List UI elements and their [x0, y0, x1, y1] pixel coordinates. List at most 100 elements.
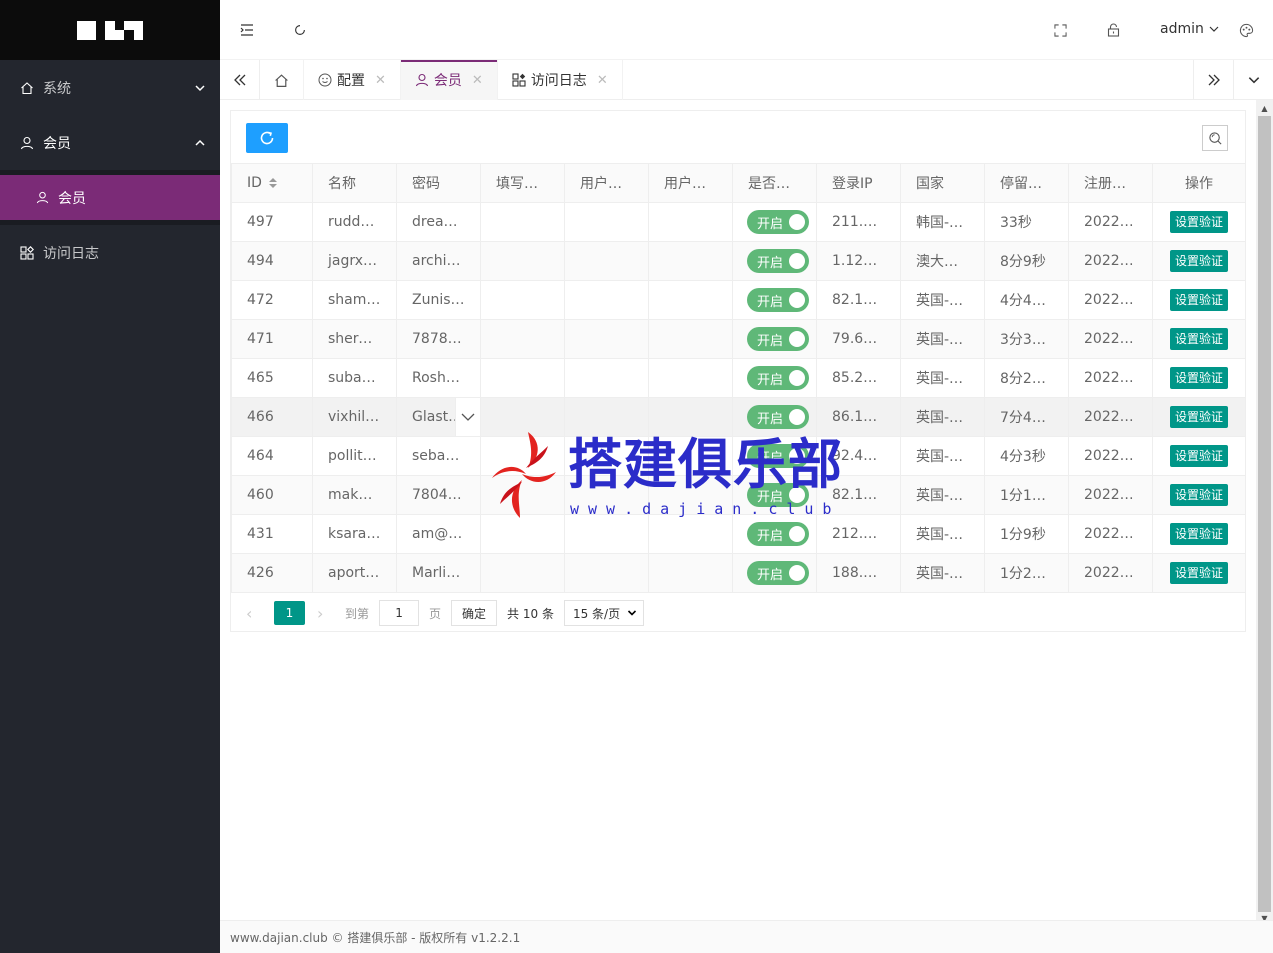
close-icon[interactable]: ✕	[597, 73, 608, 88]
cell-pwd: 7878…	[396, 319, 481, 359]
cell-stay: 1分18秒	[984, 475, 1069, 515]
table-row[interactable]: 466 vixhilt… Glast… 开启 86.15… 英国-… 7分45秒 2022-……	[231, 397, 1246, 437]
cell-country: 英国-…	[900, 514, 985, 554]
table-row[interactable]: 494 jagrx1… archie… 开启 1.129.… 澳大… 8分9秒 2022-… 设…	[231, 241, 1246, 281]
chevron-down-icon	[1248, 77, 1259, 84]
table-row[interactable]: 472 sham… Zunis… 开启 82.13… 英国-… 4分45秒 2022-… 设置验…	[231, 280, 1246, 320]
table-row[interactable]: 465 subar… Rosh… 开启 85.21… 英国-… 8分21秒 2022-… 设置验…	[231, 358, 1246, 398]
per-page-select[interactable]: 15 条/页	[563, 600, 644, 626]
cell-expand-button[interactable]	[455, 398, 480, 436]
page-scrollbar[interactable]: ▲ ▼	[1256, 100, 1273, 926]
column-header: 填写…	[480, 163, 565, 203]
enable-switch[interactable]: 开启	[747, 405, 809, 429]
sidebar-subitem-label: 会员	[58, 190, 86, 207]
sidebar-item-member[interactable]: 会员	[0, 115, 220, 170]
goto-page-input[interactable]: 1	[379, 600, 420, 626]
enable-switch[interactable]: 开启	[747, 444, 809, 468]
cell-name: subar…	[312, 358, 397, 398]
search-button[interactable]	[1202, 125, 1228, 151]
total-count: 共 10 条	[507, 606, 554, 621]
cell-country: 英国-…	[900, 397, 985, 437]
member-table-card: ID 名称 密码 填写… 用户… 用户… 是否… 登录IP 国家 停留… 注册……	[230, 110, 1246, 632]
refresh-icon[interactable]	[292, 22, 308, 38]
cell-empty	[480, 319, 565, 359]
current-page[interactable]: 1	[274, 601, 305, 625]
cell-country: 韩国-…	[900, 202, 985, 242]
column-header: 操作	[1152, 163, 1246, 203]
cell-empty	[648, 514, 733, 554]
scrollbar-thumb[interactable]	[1258, 116, 1271, 912]
next-page-icon[interactable]: ›	[317, 604, 333, 623]
enable-switch[interactable]: 开启	[747, 288, 809, 312]
sidebar-item-access-log[interactable]: 访问日志	[0, 225, 220, 280]
sidebar-subitem-member[interactable]: 会员	[0, 175, 220, 220]
set-verify-button[interactable]: 设置验证	[1169, 328, 1228, 350]
enable-switch[interactable]: 开启	[747, 210, 809, 234]
table-row[interactable]: 426 aport… Marlie… 开启 188.2… 英国-… 1分24秒 2022-… 设…	[231, 553, 1246, 593]
cell-empty	[564, 553, 649, 593]
cell-ip: 79.66.…	[816, 319, 901, 359]
scroll-up-icon[interactable]: ▲	[1256, 100, 1273, 116]
cell-empty	[564, 319, 649, 359]
cell-ip: 86.15…	[816, 397, 901, 437]
cell-action: 设置验证	[1152, 202, 1246, 242]
refresh-button[interactable]	[246, 123, 288, 153]
copyright-text: www.dajian.club © 搭建俱乐部 - 版权所有 v1.2.2.1	[230, 930, 521, 945]
cell-switch: 开启	[732, 514, 817, 554]
table-row[interactable]: 431 ksara… am@r… 开启 212.1… 英国-… 1分9秒 2022-… 设置验证	[231, 514, 1246, 554]
theme-palette-icon[interactable]	[1238, 22, 1254, 38]
cell-name: sham…	[312, 280, 397, 320]
switch-label: 开启	[757, 216, 784, 232]
enable-switch[interactable]: 开启	[747, 249, 809, 273]
table-row[interactable]: 471 shergi… 7878… 开启 79.66.… 英国-… 3分30秒 2022-… 设…	[231, 319, 1246, 359]
set-verify-button[interactable]: 设置验证	[1169, 211, 1228, 233]
logo[interactable]	[0, 0, 220, 60]
tabs-menu-button[interactable]	[1233, 60, 1273, 100]
set-verify-button[interactable]: 设置验证	[1169, 445, 1228, 467]
set-verify-button[interactable]: 设置验证	[1169, 367, 1228, 389]
table-row[interactable]: 464 pollitt… sebas… 开启 92.40.… 英国-… 4分3秒 2022-……	[231, 436, 1246, 476]
menu-fold-icon[interactable]	[239, 22, 255, 38]
chevron-down-icon	[195, 84, 205, 91]
prev-page-icon[interactable]: ‹	[246, 604, 262, 623]
cell-empty	[480, 241, 565, 281]
chevron-down-icon	[1209, 26, 1219, 32]
cell-stay: 4分3秒	[984, 436, 1069, 476]
sort-icon[interactable]	[268, 177, 278, 189]
switch-label: 开启	[757, 489, 784, 505]
set-verify-button[interactable]: 设置验证	[1169, 406, 1228, 428]
sidebar-item-system[interactable]: 系统	[0, 60, 220, 115]
cell-action: 设置验证	[1152, 475, 1246, 515]
enable-switch[interactable]: 开启	[747, 561, 809, 585]
sidebar-item-label: 访问日志	[43, 245, 99, 262]
set-verify-button[interactable]: 设置验证	[1169, 289, 1228, 311]
cell-pwd: am@r…	[396, 514, 481, 554]
tab-home[interactable]	[260, 60, 304, 100]
close-icon[interactable]: ✕	[472, 73, 483, 88]
cell-switch: 开启	[732, 241, 817, 281]
close-icon[interactable]: ✕	[375, 73, 386, 88]
set-verify-button[interactable]: 设置验证	[1169, 562, 1228, 584]
home-icon	[20, 81, 34, 95]
column-header-id[interactable]: ID	[231, 163, 313, 203]
enable-switch[interactable]: 开启	[747, 327, 809, 351]
enable-switch[interactable]: 开启	[747, 483, 809, 507]
lock-icon[interactable]	[1105, 22, 1121, 38]
cell-stay: 8分21秒	[984, 358, 1069, 398]
tab-config[interactable]: 配置 ✕	[304, 60, 401, 100]
table-row[interactable]: 460 makd… 78042… 开启 82.13… 英国-… 1分18秒 2022-… 设置验…	[231, 475, 1246, 515]
enable-switch[interactable]: 开启	[747, 522, 809, 546]
user-menu[interactable]: admin	[1160, 21, 1220, 37]
tab-access-log[interactable]: 访问日志 ✕	[498, 60, 623, 100]
set-verify-button[interactable]: 设置验证	[1169, 484, 1228, 506]
goto-confirm-button[interactable]: 确定	[451, 600, 498, 626]
set-verify-button[interactable]: 设置验证	[1169, 523, 1228, 545]
fullscreen-icon[interactable]	[1052, 22, 1068, 38]
tabs-scroll-right-button[interactable]	[1193, 60, 1233, 100]
column-header: 注册…	[1068, 163, 1153, 203]
enable-switch[interactable]: 开启	[747, 366, 809, 390]
tab-member[interactable]: 会员 ✕	[400, 60, 498, 100]
table-row[interactable]: 497 ruddh… drea… 开启 211.3… 韩国-… 33秒 2022-… 设置验证	[231, 202, 1246, 242]
tabs-scroll-left-button[interactable]	[220, 60, 260, 100]
set-verify-button[interactable]: 设置验证	[1169, 250, 1228, 272]
